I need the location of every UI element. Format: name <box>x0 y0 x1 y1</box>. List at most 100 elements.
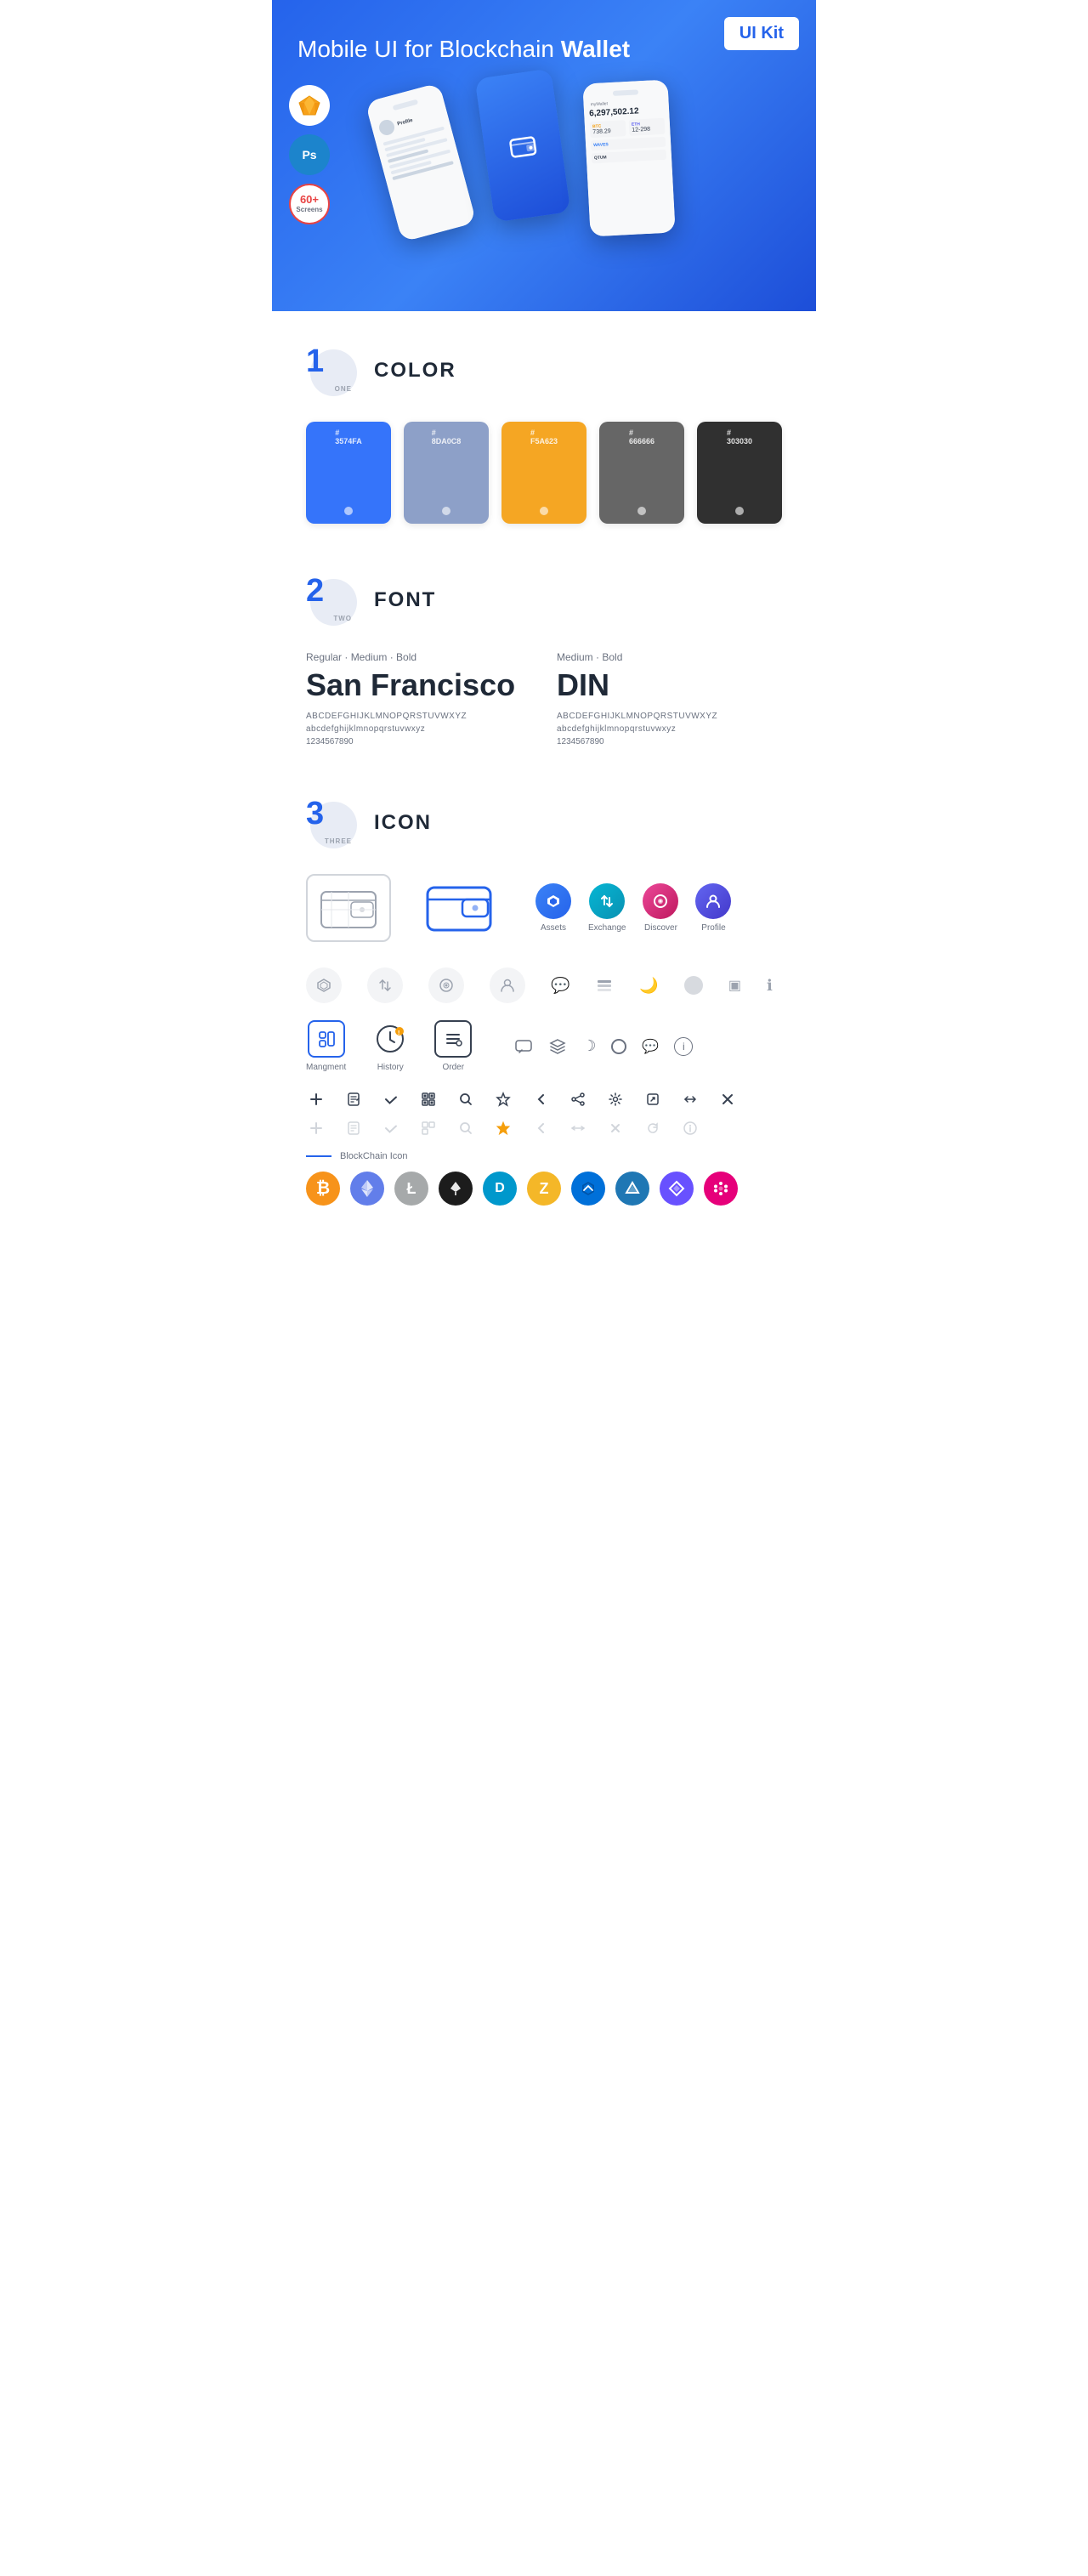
discover-ghost-icon <box>428 967 464 1003</box>
phone-right: myWallet 6,297,502.12 BTC 738.29 ETH 12-… <box>582 80 675 237</box>
sf-style-label: Regular · Medium · Bold <box>306 651 531 663</box>
assets-label: Assets <box>541 923 566 933</box>
dot-icon <box>611 1039 626 1054</box>
profile-icon <box>695 883 731 919</box>
ui-kit-badge: UI Kit <box>724 17 799 50</box>
blockchain-label: BlockChain Icon <box>340 1151 408 1161</box>
din-style-label: Medium · Bold <box>557 651 782 663</box>
wallet-icon-examples: Assets Exchange <box>306 874 782 942</box>
chat-icon: 💬 <box>551 977 570 995</box>
plus-ghost-icon <box>306 1118 326 1138</box>
swatch-blue: #3574FA <box>306 422 391 524</box>
swatch-gray: #666666 <box>599 422 684 524</box>
check-icon <box>381 1089 401 1109</box>
wallet-filled-icon <box>425 881 493 936</box>
search-icon <box>456 1089 476 1109</box>
moon-icon: 🌙 <box>639 977 658 995</box>
info-icon: ℹ <box>767 977 773 995</box>
din-lowercase: abcdefghijklmnopqrstuvwxyz <box>557 724 782 734</box>
polkadot-icon <box>704 1172 738 1206</box>
font-din: Medium · Bold DIN ABCDEFGHIJKLMNOPQRSTUV… <box>557 651 782 746</box>
star-icon <box>493 1089 513 1109</box>
profile-icon-item: Profile <box>695 883 731 933</box>
layers-icon <box>548 1037 567 1056</box>
stack-icon <box>595 976 614 995</box>
refresh-ghost-icon <box>643 1118 663 1138</box>
wallet-filled <box>416 874 502 942</box>
utility-icons-row2 <box>306 1118 782 1138</box>
color-section: 1 ONE COLOR #3574FA #8DA0C8 #F5A623 #666… <box>272 311 816 541</box>
font-section: 2 TWO FONT Regular · Medium · Bold San F… <box>272 541 816 763</box>
management-tab-icon: Mangment <box>306 1020 346 1072</box>
management-label: Mangment <box>306 1063 346 1072</box>
bitcoin-icon: ₿ <box>306 1172 340 1206</box>
arrows-ghost-icon <box>568 1118 588 1138</box>
font-grid: Regular · Medium · Bold San Francisco AB… <box>306 651 782 746</box>
exchange-icon-item: Exchange <box>588 883 626 933</box>
close-ghost-icon <box>605 1118 626 1138</box>
sf-numbers: 1234567890 <box>306 737 531 746</box>
history-icon: ! <box>371 1020 409 1058</box>
ghost-icon-row: 💬 🌙 ▣ ℹ <box>306 967 782 1003</box>
swatch-orange: #F5A623 <box>502 422 586 524</box>
search-ghost-icon <box>456 1118 476 1138</box>
section-number-color: 1 ONE <box>306 345 357 396</box>
blockchain-label-row: BlockChain Icon <box>306 1151 782 1161</box>
box-arrow-icon <box>643 1089 663 1109</box>
qr-icon <box>418 1089 439 1109</box>
color-section-header: 1 ONE COLOR <box>306 345 782 396</box>
crypto-icons-row: ₿ Ł D Z <box>306 1172 782 1206</box>
svg-text:!: ! <box>398 1030 400 1036</box>
circle-icon-misc <box>684 976 703 995</box>
wallet-icon <box>507 132 538 159</box>
hero-title-bold: Wallet <box>561 36 630 62</box>
utility-icons-inline: ☽ 💬 i <box>514 1020 693 1072</box>
management-icon <box>308 1020 345 1058</box>
stratis-icon <box>615 1172 649 1206</box>
hero-title-normal: Mobile UI for Blockchain <box>298 36 561 62</box>
order-label: Order <box>442 1063 464 1072</box>
utility-icons-row1 <box>306 1089 782 1109</box>
phone-mockups: Profile <box>298 73 790 260</box>
profile-label: Profile <box>701 923 725 933</box>
history-tab-icon: ! History <box>371 1020 409 1072</box>
discover-icon-item: Discover <box>643 883 678 933</box>
section-number-font: 2 TWO <box>306 575 357 626</box>
blockchain-line <box>306 1155 332 1157</box>
star-active-icon <box>493 1118 513 1138</box>
check-ghost-icon <box>381 1118 401 1138</box>
tab-icons-row: Mangment ! History Order <box>306 1020 782 1072</box>
wallet-wireframe-icon <box>319 885 378 932</box>
history-label: History <box>377 1063 404 1072</box>
font-sf: Regular · Medium · Bold San Francisco AB… <box>306 651 531 746</box>
info-nav-icon: i <box>674 1037 693 1056</box>
font-title: FONT <box>374 588 436 612</box>
chat-bubble-icon <box>514 1037 533 1056</box>
discover-icon <box>643 883 678 919</box>
assets-ghost-icon <box>306 967 342 1003</box>
doc-edit-icon <box>343 1089 364 1109</box>
sf-uppercase: ABCDEFGHIJKLMNOPQRSTUVWXYZ <box>306 712 531 721</box>
zerox-icon <box>660 1172 694 1206</box>
din-uppercase: ABCDEFGHIJKLMNOPQRSTUVWXYZ <box>557 712 782 721</box>
exchange-label: Exchange <box>588 923 626 933</box>
hero-section: Mobile UI for Blockchain Wallet UI Kit P… <box>272 0 816 311</box>
icon-section-header: 3 THREE ICON <box>306 797 782 848</box>
share-icon <box>568 1089 588 1109</box>
hero-title: Mobile UI for Blockchain Wallet <box>298 34 790 65</box>
dash-icon: D <box>483 1172 517 1206</box>
phone-left: Profile <box>366 83 477 243</box>
speech-icon: 💬 <box>642 1038 659 1055</box>
double-arrow-icon <box>680 1089 700 1109</box>
order-icon <box>434 1020 472 1058</box>
message-icon: ▣ <box>728 977 741 994</box>
info-ghost-icon <box>680 1118 700 1138</box>
neo-icon <box>439 1172 473 1206</box>
section-number-icon: 3 THREE <box>306 797 357 848</box>
qr-ghost-icon <box>418 1118 439 1138</box>
sf-lowercase: abcdefghijklmnopqrstuvwxyz <box>306 724 531 734</box>
nav-icons-labeled: Assets Exchange <box>536 883 731 933</box>
font-section-header: 2 TWO FONT <box>306 575 782 626</box>
assets-icon-item: Assets <box>536 883 571 933</box>
chevron-left-icon <box>530 1089 551 1109</box>
